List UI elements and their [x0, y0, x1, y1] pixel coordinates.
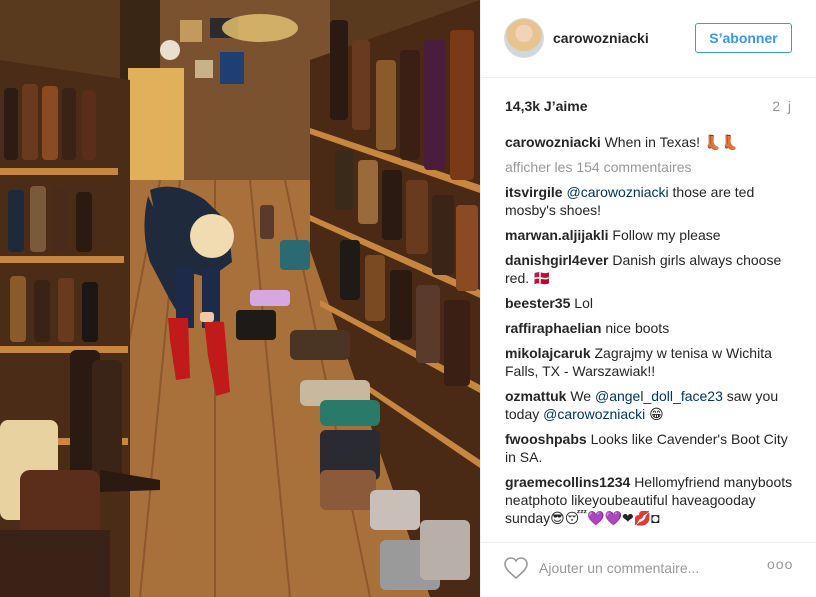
post-details-panel: carowozniacki S’abonner 14,3k J’aime 2 j…	[480, 0, 816, 597]
caption-text: When in Texas! 👢👢	[604, 134, 739, 150]
comment-mention[interactable]: @carowozniacki	[566, 184, 668, 200]
likes-count[interactable]: 14,3k J’aime	[505, 98, 588, 114]
heart-icon[interactable]	[503, 556, 529, 580]
comment: marwan.aljijakli Follow my please	[505, 226, 795, 244]
comment-username[interactable]: fwooshpabs	[505, 431, 587, 447]
comment: graemecollins1234 Hellomyfriend manyboot…	[505, 473, 795, 527]
comment-username[interactable]: marwan.aljijakli	[505, 227, 609, 243]
boot-store-photo	[0, 0, 480, 597]
comment-username[interactable]: graemecollins1234	[505, 474, 630, 490]
comment: mikolajcaruk Zagrajmy w tenisa w Wichita…	[505, 344, 795, 380]
view-all-comments-link[interactable]: afficher les 154 commentaires	[505, 158, 795, 176]
more-options-button[interactable]: ooo	[767, 556, 793, 572]
comment: beester35 Lol	[505, 294, 795, 312]
post-header: carowozniacki S’abonner	[481, 0, 816, 78]
comment-mention[interactable]: @carowozniacki	[543, 406, 645, 422]
comment-username[interactable]: raffiraphaelian	[505, 320, 601, 336]
caption: carowozniacki When in Texas! 👢👢	[505, 133, 795, 151]
comment-username[interactable]: beester35	[505, 295, 570, 311]
follow-button[interactable]: S’abonner	[695, 23, 792, 53]
comment-username[interactable]: ozmattuk	[505, 388, 566, 404]
comment-entries: itsvirgile @carowozniacki those are ted …	[505, 183, 795, 527]
likes-row: 14,3k J’aime 2 j	[505, 98, 793, 116]
comment-text: Follow my please	[612, 227, 721, 243]
comment: raffiraphaelian nice boots	[505, 319, 795, 337]
comment-text: 😁	[645, 406, 664, 422]
comment: fwooshpabs Looks like Cavender's Boot Ci…	[505, 430, 795, 466]
comment-text: We	[570, 388, 595, 404]
comment-text: Lol	[574, 295, 593, 311]
comment-username[interactable]: danishgirl4ever	[505, 252, 609, 268]
comment-mention[interactable]: @angel_doll_face23	[595, 388, 723, 404]
caption-username[interactable]: carowozniacki	[505, 134, 601, 150]
comment-username[interactable]: mikolajcaruk	[505, 345, 591, 361]
comment-bar: ooo	[481, 542, 816, 597]
add-comment-input[interactable]	[539, 558, 749, 578]
comment: danishgirl4ever Danish girls always choo…	[505, 251, 795, 287]
post-age: 2 j	[772, 98, 793, 114]
comment: itsvirgile @carowozniacki those are ted …	[505, 183, 795, 219]
comment-username[interactable]: itsvirgile	[505, 184, 563, 200]
post-author-username[interactable]: carowozniacki	[553, 30, 649, 46]
comment: ozmattuk We @angel_doll_face23 saw you t…	[505, 387, 795, 423]
comments-list: carowozniacki When in Texas! 👢👢 afficher…	[505, 133, 795, 534]
post-photo[interactable]	[0, 0, 480, 597]
avatar[interactable]	[504, 18, 544, 58]
comment-text: nice boots	[605, 320, 670, 336]
